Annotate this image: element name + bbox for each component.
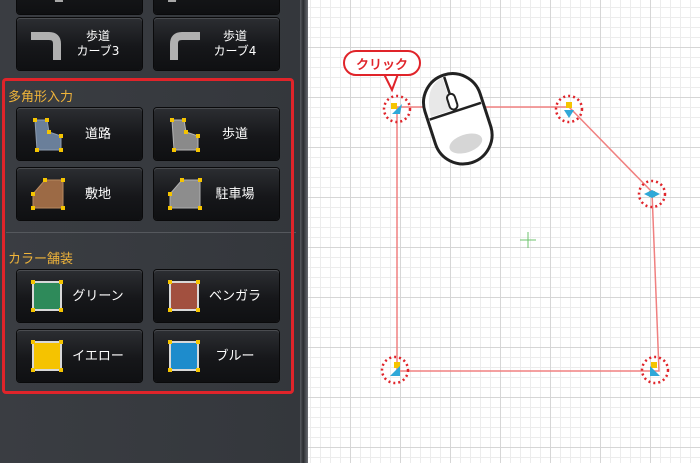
sidewalk-straight-button-2[interactable] [154, 0, 279, 14]
vertex-marker[interactable] [380, 355, 410, 385]
curve4-label: 歩道 カーブ4 [213, 29, 257, 58]
sidewalk-straight-icon [54, 0, 63, 3]
sidewalk-curve3-button[interactable]: 歩道 カーブ3 [17, 18, 142, 70]
vertex-marker[interactable] [640, 355, 670, 385]
curve3-label: 歩道 カーブ3 [76, 29, 120, 58]
sidewalk-curve3-icon [31, 32, 61, 60]
click-callout: クリック [343, 50, 423, 80]
sidewalk-curve4-button[interactable]: 歩道 カーブ4 [154, 18, 279, 70]
origin-cross-icon [520, 232, 536, 248]
selection-highlight-box [2, 78, 294, 394]
sidewalk-straight-button-1[interactable] [17, 0, 142, 14]
sidewalk-curve4-icon [170, 32, 200, 60]
sidewalk-straight-icon [168, 0, 177, 3]
vertex-marker[interactable] [554, 94, 584, 124]
tool-panel: 歩道 カーブ3 歩道 カーブ4 多角形入力 道路 歩道 敷地 駐車場 カラー舗装… [0, 0, 300, 463]
mouse-icon [422, 72, 494, 166]
panel-splitter[interactable] [300, 0, 308, 463]
click-callout-text: クリック [343, 50, 421, 76]
